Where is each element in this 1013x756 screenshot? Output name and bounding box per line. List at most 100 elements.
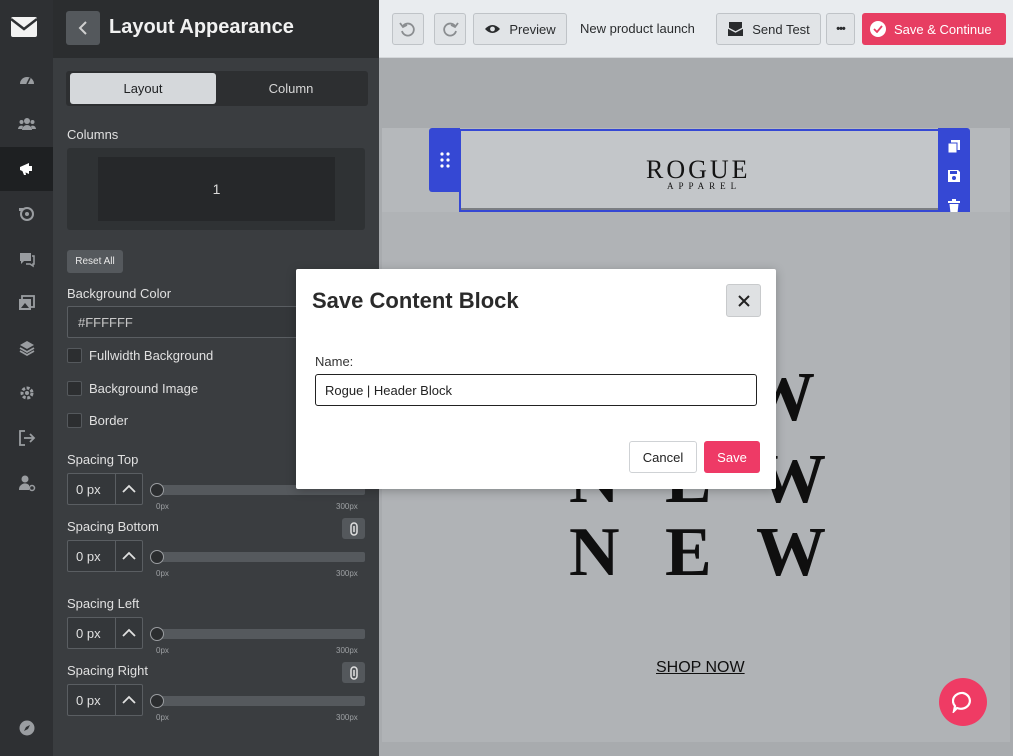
border-option[interactable]: Border	[67, 413, 128, 428]
logout-icon[interactable]	[0, 416, 53, 460]
spacing-bottom-min: 0px	[156, 569, 169, 578]
dashboard-icon[interactable]	[0, 58, 53, 102]
spacing-right-label: Spacing Right	[67, 663, 148, 678]
more-options-button[interactable]: •••	[826, 13, 855, 45]
app-logo-icon[interactable]	[9, 12, 39, 42]
background-image-option[interactable]: Background Image	[67, 381, 198, 396]
link-spacing-button[interactable]	[342, 662, 365, 683]
fullwidth-background-label: Fullwidth Background	[89, 348, 214, 363]
spacing-right-value: 0 px	[76, 692, 101, 708]
eye-icon	[485, 25, 501, 33]
block-tools	[938, 128, 970, 225]
reset-all-button[interactable]: Reset All	[67, 250, 123, 273]
preview-label: Preview	[509, 21, 556, 37]
spacing-left-min: 0px	[156, 646, 169, 655]
undo-button[interactable]	[392, 13, 424, 45]
spacing-right-max: 300px	[336, 713, 358, 722]
fullwidth-background-checkbox[interactable]	[67, 348, 82, 363]
save-button[interactable]: Save	[704, 441, 760, 473]
apparel-logo-subtext: APPAREL	[667, 181, 742, 191]
icon-rail	[0, 0, 53, 756]
spacing-bottom-value: 0 px	[76, 548, 101, 564]
content-blocks-icon[interactable]	[0, 326, 53, 370]
check-circle-icon	[870, 21, 886, 37]
columns-selector: 1	[67, 148, 365, 230]
contacts-icon[interactable]	[0, 102, 53, 146]
block-name-input[interactable]	[315, 374, 757, 406]
preview-button[interactable]: Preview	[473, 13, 567, 45]
spacing-bottom-input[interactable]: 0 px	[67, 540, 143, 572]
name-label: Name:	[315, 354, 354, 369]
spacing-top-min: 0px	[156, 502, 169, 511]
help-chat-button[interactable]	[939, 678, 987, 726]
redo-icon	[443, 22, 459, 37]
account-settings-icon[interactable]	[0, 461, 53, 505]
spacing-top-value: 0 px	[76, 481, 101, 497]
hero-word-new-2: N E W	[569, 514, 840, 591]
back-button[interactable]	[66, 11, 100, 45]
spacing-left-input[interactable]: 0 px	[67, 617, 143, 649]
save-block-icon[interactable]	[947, 169, 961, 183]
duplicate-icon[interactable]	[947, 139, 961, 153]
spacing-left-value: 0 px	[76, 625, 101, 641]
panel-title: Layout Appearance	[109, 16, 294, 38]
shop-now-link[interactable]: SHOP NOW	[656, 659, 745, 677]
spacing-top-label: Spacing Top	[67, 452, 139, 467]
link-spacing-button[interactable]	[342, 518, 365, 539]
spacing-left-slider[interactable]	[150, 627, 365, 641]
link-icon	[349, 521, 358, 536]
slider-handle[interactable]	[150, 694, 164, 708]
drag-dots-icon	[439, 152, 450, 168]
send-test-label: Send Test	[752, 21, 810, 37]
delete-icon[interactable]	[947, 199, 961, 213]
save-continue-button[interactable]: Save & Continue	[862, 13, 1006, 45]
chevron-up-icon[interactable]	[120, 692, 138, 708]
explore-icon[interactable]	[0, 706, 53, 750]
cancel-button[interactable]: Cancel	[629, 441, 697, 473]
chevron-up-icon[interactable]	[120, 625, 138, 641]
dialog-title: Save Content Block	[312, 288, 519, 313]
save-content-block-dialog: Save Content Block Name: Cancel Save	[296, 269, 776, 489]
chevron-up-icon[interactable]	[120, 548, 138, 564]
editor-toolbar: Preview New product launch Send Test •••…	[379, 0, 1013, 58]
tab-column[interactable]: Column	[218, 73, 364, 104]
slider-handle[interactable]	[150, 483, 164, 497]
spacing-top-input[interactable]: 0 px	[67, 473, 143, 505]
chevron-up-icon[interactable]	[120, 481, 138, 497]
drag-handle[interactable]	[429, 128, 460, 192]
spacing-right-slider[interactable]	[150, 694, 365, 708]
campaigns-icon[interactable]	[0, 147, 53, 191]
slider-handle[interactable]	[150, 550, 164, 564]
chevron-left-icon	[78, 21, 87, 35]
send-test-icon	[727, 22, 744, 36]
close-icon	[737, 294, 750, 307]
forms-icon[interactable]	[0, 237, 53, 281]
spacing-top-max: 300px	[336, 502, 358, 511]
column-option-1[interactable]: 1	[98, 157, 335, 221]
close-dialog-button[interactable]	[726, 284, 761, 317]
automation-icon[interactable]	[0, 192, 53, 236]
spacing-left-label: Spacing Left	[67, 596, 140, 611]
border-checkbox[interactable]	[67, 413, 82, 428]
redo-button[interactable]	[434, 13, 466, 45]
spacing-right-input[interactable]: 0 px	[67, 684, 143, 716]
background-image-checkbox[interactable]	[67, 381, 82, 396]
background-color-label: Background Color	[67, 286, 172, 301]
spacing-left-max: 300px	[336, 646, 358, 655]
slider-handle[interactable]	[150, 627, 164, 641]
panel-header: Layout Appearance	[53, 0, 379, 58]
spacing-bottom-slider[interactable]	[150, 550, 365, 564]
spacing-bottom-label: Spacing Bottom	[67, 519, 159, 534]
fullwidth-background-option[interactable]: Fullwidth Background	[67, 348, 213, 363]
tab-layout[interactable]: Layout	[70, 73, 216, 104]
send-test-button[interactable]: Send Test	[716, 13, 821, 45]
settings-icon[interactable]	[0, 371, 53, 415]
save-continue-label: Save & Continue	[894, 21, 992, 37]
media-icon[interactable]	[0, 281, 53, 325]
background-image-label: Background Image	[89, 381, 199, 396]
campaign-name: New product launch	[580, 21, 695, 36]
chat-bubble-icon	[952, 691, 971, 713]
columns-label: Columns	[67, 127, 119, 142]
header-content-block[interactable]: ROGUE APPAREL	[459, 129, 940, 212]
border-label: Border	[89, 413, 129, 428]
